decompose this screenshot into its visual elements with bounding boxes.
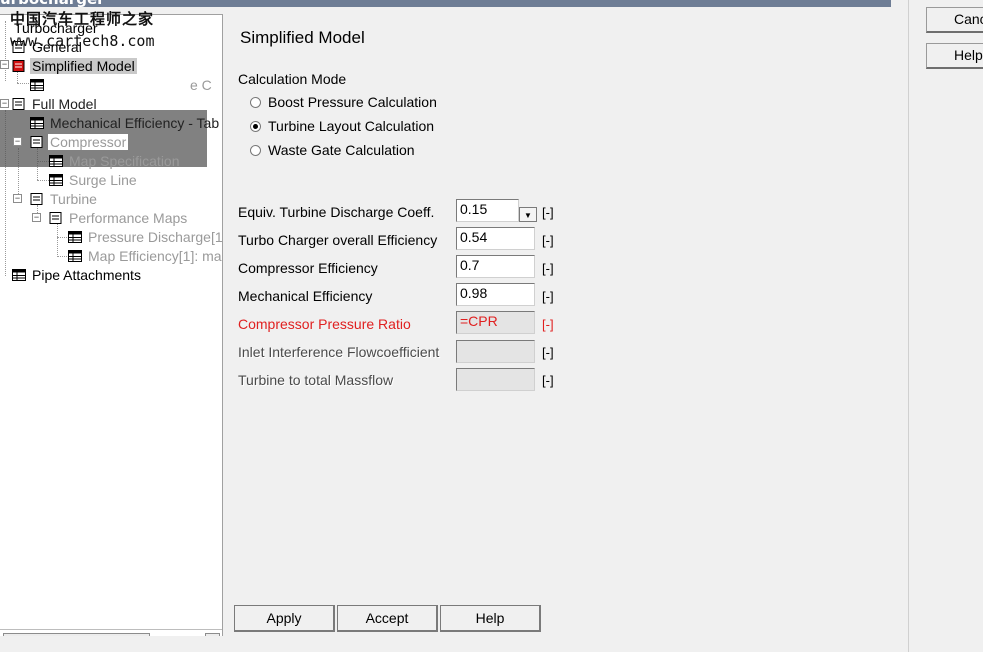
tree-item-label: Pressure Discharge[1 <box>88 228 223 245</box>
unit-label: [-] <box>542 345 554 360</box>
radio-selected-icon[interactable] <box>250 120 261 132</box>
tree-item-label: Map Specification <box>69 152 180 169</box>
table-icon <box>49 154 63 167</box>
tree-item-label: Map Efficiency[1]: ma <box>88 247 222 264</box>
tree-item-pipe-attachments[interactable]: Pipe Attachments <box>12 265 143 284</box>
form-icon-red <box>12 59 25 72</box>
cancel-button[interactable]: Canc <box>926 7 983 33</box>
window-title-bar: urbocharger <box>0 0 891 7</box>
form-icon <box>30 135 43 148</box>
tree-item-label: Surge Line <box>69 171 137 188</box>
form-icon <box>30 192 43 205</box>
compressor-efficiency-input[interactable]: 0.7 <box>456 255 535 278</box>
scrollbar-thumb[interactable] <box>3 633 150 636</box>
watermark-line-1: 中国汽车工程师之家 <box>10 10 155 28</box>
collapse-icon[interactable]: − <box>0 60 9 69</box>
tree-item-label: Full Model <box>32 95 97 112</box>
table-icon <box>49 173 63 186</box>
tree-item-simplified-model[interactable]: Simplified Model <box>12 56 137 75</box>
field-label-overall-efficiency: Turbo Charger overall Efficiency <box>238 232 438 248</box>
field-label-mechanical-efficiency: Mechanical Efficiency <box>238 288 373 304</box>
radio-label: Waste Gate Calculation <box>268 142 415 158</box>
tree-item-surge-line[interactable]: Surge Line <box>49 170 139 189</box>
unit-label: [-] <box>542 317 554 332</box>
table-icon <box>30 116 44 129</box>
page-title: Simplified Model <box>240 28 365 47</box>
tree-connector <box>5 21 6 81</box>
field-label-compressor-efficiency: Compressor Efficiency <box>238 260 378 276</box>
table-icon <box>68 230 82 243</box>
tree-item-label: Mechanical Efficiency - Tab <box>50 114 220 131</box>
radio-turbine-layout[interactable]: Turbine Layout Calculation <box>250 116 434 136</box>
collapse-icon[interactable]: − <box>32 213 41 222</box>
tree-item-pressure-discharge[interactable]: Pressure Discharge[1 <box>68 227 223 246</box>
apply-button[interactable]: Apply <box>234 605 335 632</box>
form-icon <box>12 97 25 110</box>
table-icon <box>12 268 26 281</box>
tree-item-label: Simplified Model <box>30 57 137 74</box>
table-icon <box>68 249 82 262</box>
unit-label: [-] <box>542 261 554 276</box>
tree-item-simplified-table[interactable]: e C <box>30 75 214 94</box>
tree-item-full-model[interactable]: Full Model <box>12 94 99 113</box>
tree-connector <box>37 180 49 181</box>
radio-label: Turbine Layout Calculation <box>268 118 435 134</box>
scroll-right-icon[interactable]: ▶ <box>205 633 220 636</box>
tree-item-map-efficiency[interactable]: Map Efficiency[1]: ma <box>68 246 222 265</box>
collapse-icon[interactable]: − <box>0 99 9 108</box>
right-button-panel: Canc Help <box>908 0 983 652</box>
compressor-pressure-ratio-input[interactable]: =CPR <box>456 311 535 334</box>
mechanical-efficiency-input[interactable]: 0.98 <box>456 283 535 306</box>
tree-item-mechanical-efficiency[interactable]: Mechanical Efficiency - Tab <box>30 113 221 132</box>
collapse-icon[interactable]: − <box>13 137 22 146</box>
unit-label: [-] <box>542 205 554 220</box>
tree-item-label: Compressor <box>48 133 129 150</box>
tree-item-compressor[interactable]: Compressor <box>30 132 129 151</box>
field-label-turbine-discharge-coeff: Equiv. Turbine Discharge Coeff. <box>238 204 435 220</box>
help-button[interactable]: Help <box>440 605 541 632</box>
turbine-massflow-input <box>456 368 535 391</box>
field-label-turbine-massflow: Turbine to total Massflow <box>238 372 394 388</box>
tree-item-label: Pipe Attachments <box>32 266 141 283</box>
accept-button[interactable]: Accept <box>337 605 438 632</box>
dropdown-arrow-icon[interactable]: ▼ <box>519 207 537 222</box>
unit-label: [-] <box>542 289 554 304</box>
overall-efficiency-input[interactable]: 0.54 <box>456 227 535 250</box>
field-label-compressor-pressure-ratio: Compressor Pressure Ratio <box>238 316 411 332</box>
tree-horizontal-scrollbar[interactable]: ▶ <box>0 629 222 636</box>
inlet-interference-input <box>456 340 535 363</box>
field-label-inlet-interference: Inlet Interference Flowcoefficient <box>238 344 440 360</box>
model-tree[interactable]: Turbocharger General − Simplified Model … <box>0 14 223 636</box>
tree-item-label: Performance Maps <box>69 209 188 226</box>
tree-connector <box>17 83 29 84</box>
turbine-discharge-coeff-input[interactable]: 0.15 <box>456 199 519 222</box>
tree-item-turbine[interactable]: Turbine <box>30 189 99 208</box>
radio-icon[interactable] <box>250 96 261 108</box>
window-title: urbocharger <box>0 0 105 7</box>
tree-item-label: e C <box>190 76 212 93</box>
collapse-icon[interactable]: − <box>13 194 22 203</box>
radio-boost-pressure[interactable]: Boost Pressure Calculation <box>250 92 437 112</box>
radio-label: Boost Pressure Calculation <box>268 94 437 110</box>
watermark-line-2: www.cartech8.com <box>10 32 155 50</box>
simplified-model-form: Simplified Model Calculation Mode Boost … <box>224 7 908 652</box>
tree-item-map-specification[interactable]: Map Specification <box>49 151 182 170</box>
unit-label: [-] <box>542 373 554 388</box>
radio-waste-gate[interactable]: Waste Gate Calculation <box>250 140 415 160</box>
table-icon <box>30 78 44 91</box>
tree-item-label: Turbine <box>50 190 97 207</box>
side-help-button[interactable]: Help <box>926 43 983 69</box>
unit-label: [-] <box>542 233 554 248</box>
tree-item-performance-maps[interactable]: Performance Maps <box>49 208 189 227</box>
tree-connector <box>57 224 58 257</box>
calculation-mode-label: Calculation Mode <box>238 71 347 87</box>
watermark: 中国汽车工程师之家 www.cartech8.com <box>10 8 155 52</box>
radio-icon[interactable] <box>250 144 261 156</box>
form-icon <box>49 211 62 224</box>
